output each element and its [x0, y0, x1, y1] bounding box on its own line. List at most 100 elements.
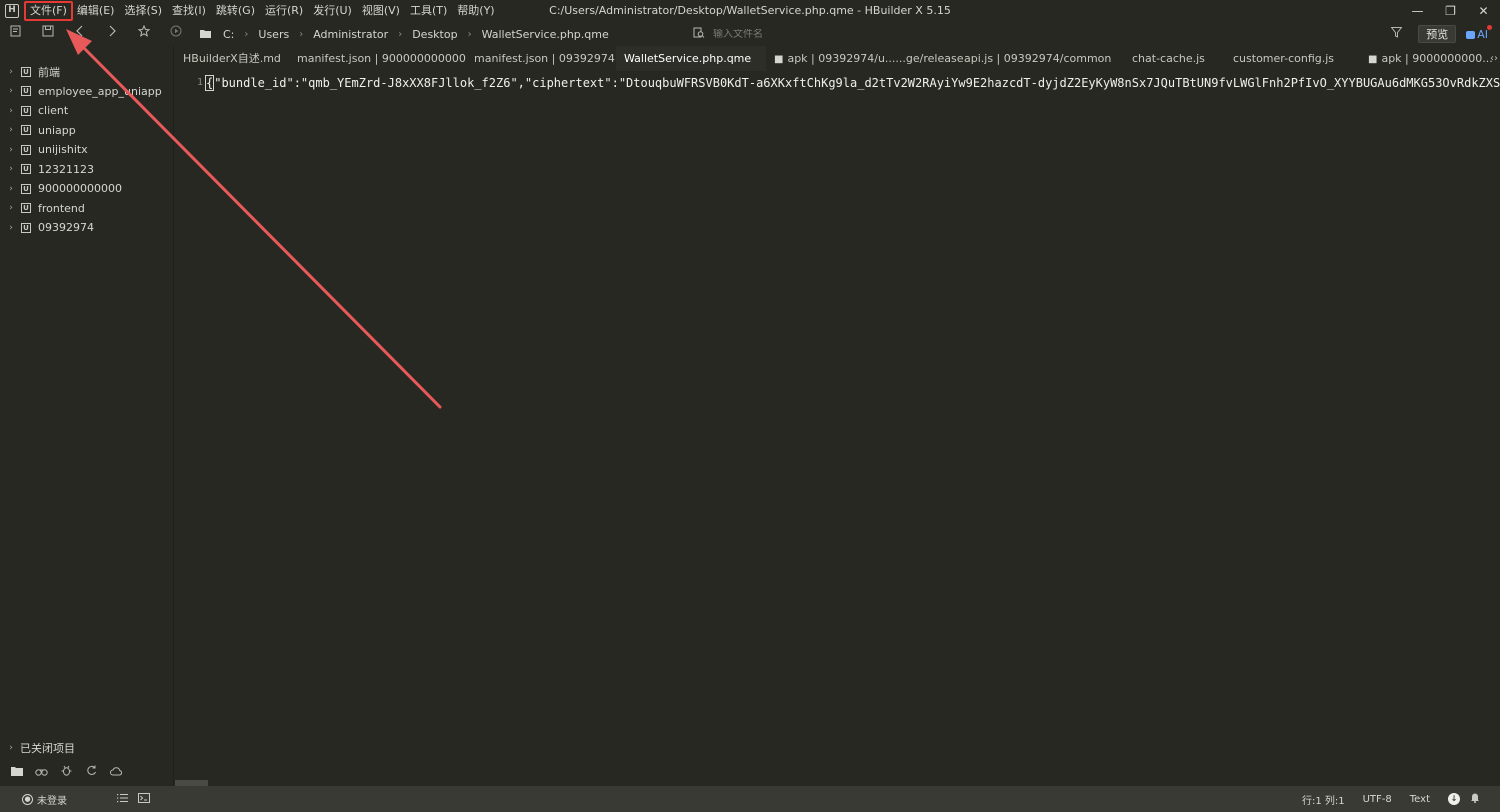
cursor-position[interactable]: 行:1 列:1	[1302, 792, 1345, 807]
breadcrumb-users[interactable]: Users	[254, 28, 293, 41]
bell-icon[interactable]	[1470, 792, 1480, 806]
code-line[interactable]: {"bundle_id":"qmb_YEmZrd-J8xXX8FJllok_f2…	[205, 74, 1500, 92]
project-item[interactable]: › U 09392974	[0, 218, 173, 238]
folder-icon: ■	[774, 54, 784, 65]
file-search-input[interactable]	[713, 28, 873, 40]
chevron-right-icon[interactable]: ›	[5, 145, 17, 155]
back-icon[interactable]	[64, 22, 96, 46]
chevron-right-icon[interactable]: ›	[5, 106, 17, 116]
preview-button[interactable]: 预览	[1418, 25, 1457, 43]
terminal-icon[interactable]	[138, 792, 150, 806]
menu-view[interactable]: 视图(V)	[357, 2, 405, 20]
menu-find[interactable]: 查找(I)	[167, 2, 211, 20]
closed-projects-item[interactable]: › 已关闭项目	[0, 740, 75, 756]
project-icon: U	[21, 105, 31, 116]
tab-label: WalletService.php.qme	[624, 52, 752, 65]
tab-label: customer-config.js	[1233, 52, 1335, 65]
breadcrumb-administrator[interactable]: Administrator	[309, 28, 392, 41]
run-icon[interactable]	[160, 22, 192, 46]
breadcrumb-drive[interactable]: C:	[219, 28, 238, 41]
tab-customer-config[interactable]: customer-config.js	[1225, 46, 1360, 71]
menu-run[interactable]: 运行(R)	[260, 2, 308, 20]
chevron-right-icon[interactable]: ›	[5, 223, 17, 233]
login-label: 未登录	[37, 795, 67, 807]
binoculars-icon[interactable]	[29, 765, 54, 779]
encoding[interactable]: UTF-8	[1363, 794, 1392, 805]
project-item[interactable]: › Ufrontend	[0, 199, 173, 219]
ai-button[interactable]: AI	[1466, 24, 1492, 41]
close-button[interactable]: ✕	[1467, 0, 1500, 22]
project-icon: U	[21, 222, 31, 233]
refresh-search-icon[interactable]	[79, 765, 104, 779]
menu-goto[interactable]: 跳转(G)	[211, 2, 260, 20]
list-icon[interactable]	[117, 793, 128, 806]
minimize-button[interactable]: —	[1401, 0, 1434, 22]
bracket-highlight: {	[205, 75, 215, 91]
download-icon[interactable]: ↓	[1448, 793, 1460, 805]
tab-readme[interactable]: HBuilderX自述.md	[175, 46, 289, 71]
tab-walletservice[interactable]: WalletService.php.qme	[616, 46, 766, 71]
project-item[interactable]: › U 900000000000	[0, 179, 173, 199]
folder-icon: ■	[1368, 54, 1378, 65]
tab-apk-9000000000[interactable]: ■ apk | 9000000000...	[1360, 46, 1493, 71]
project-manager-icon[interactable]	[4, 765, 29, 779]
filter-icon[interactable]	[1390, 27, 1403, 41]
breadcrumb-separator-icon: ›	[467, 28, 472, 40]
debug-bug-icon[interactable]	[54, 765, 79, 779]
menu-help[interactable]: 帮助(Y)	[452, 2, 499, 20]
chevron-right-icon[interactable]: ›	[5, 67, 17, 77]
tabs-scroll-icon[interactable]: ‹›	[1490, 46, 1498, 71]
new-file-icon[interactable]	[0, 22, 32, 46]
save-icon[interactable]	[32, 22, 64, 46]
breadcrumb-file[interactable]: WalletService.php.qme	[478, 28, 613, 41]
project-item[interactable]: › U 12321123	[0, 160, 173, 180]
menu-publish[interactable]: 发行(U)	[308, 2, 357, 20]
project-name: client	[38, 104, 69, 118]
tab-manifest-09392974[interactable]: manifest.json | 09392974	[466, 46, 616, 71]
project-item[interactable]: › Uemployee_app_uniapp	[0, 82, 173, 102]
menu-edit[interactable]: 编辑(E)	[72, 2, 120, 20]
tab-label: api.js | 09392974/common	[964, 52, 1112, 65]
breadcrumb-desktop[interactable]: Desktop	[408, 28, 461, 41]
project-icon: U	[21, 125, 31, 136]
forward-icon[interactable]	[96, 22, 128, 46]
file-search	[693, 24, 893, 44]
project-name: 12321123	[38, 162, 94, 176]
chevron-right-icon[interactable]: ›	[5, 164, 17, 174]
breadcrumb: C: › Users › Administrator › Desktop › W…	[200, 22, 613, 46]
project-item[interactable]: › Uuniapp	[0, 121, 173, 141]
menu-file[interactable]: 文件(F)	[24, 1, 73, 21]
restore-button[interactable]: ❐	[1434, 0, 1467, 22]
sidebar-tools	[0, 762, 174, 782]
tab-manifest-900000000000[interactable]: manifest.json | 900000000000	[289, 46, 466, 71]
menu-tools[interactable]: 工具(T)	[405, 2, 452, 20]
favorite-star-icon[interactable]	[128, 22, 160, 46]
cloud-icon[interactable]	[104, 765, 129, 779]
notification-dot	[1487, 24, 1492, 30]
tab-apk-release[interactable]: ■ apk | 09392974/u......ge/release	[766, 46, 963, 71]
project-item[interactable]: › Uclient	[0, 101, 173, 121]
editor-tabs: HBuilderX自述.md manifest.json | 900000000…	[175, 46, 1500, 71]
chevron-right-icon[interactable]: ›	[5, 743, 17, 753]
chevron-right-icon[interactable]: ›	[5, 184, 17, 194]
project-item[interactable]: › U 前端	[0, 62, 173, 82]
ai-robot-icon	[1466, 30, 1476, 39]
tab-label: manifest.json | 09392974	[474, 52, 615, 65]
code-editor[interactable]: 1 {"bundle_id":"qmb_YEmZrd-J8xXX8FJllok_…	[175, 72, 1500, 786]
language-mode[interactable]: Text	[1410, 794, 1430, 805]
chevron-right-icon[interactable]: ›	[5, 125, 17, 135]
tab-chat-cache[interactable]: chat-cache.js	[1124, 46, 1225, 71]
menu-select[interactable]: 选择(S)	[119, 2, 167, 20]
login-status[interactable]: ● 未登录	[22, 792, 67, 807]
breadcrumb-separator-icon: ›	[244, 28, 249, 40]
project-name: 900000000000	[38, 182, 122, 196]
code-text: "bundle_id":"qmb_YEmZrd-J8xXX8FJllok_f2Z…	[214, 76, 1500, 90]
chevron-right-icon[interactable]: ›	[5, 86, 17, 96]
project-name: 前端	[38, 65, 60, 79]
tab-api-js[interactable]: api.js | 09392974/common	[956, 46, 1124, 71]
toolbar: C: › Users › Administrator › Desktop › W…	[0, 22, 1500, 46]
chevron-right-icon[interactable]: ›	[5, 203, 17, 213]
project-icon: U	[21, 66, 31, 77]
project-icon: U	[21, 144, 31, 155]
project-item[interactable]: › Uunijishitx	[0, 140, 173, 160]
